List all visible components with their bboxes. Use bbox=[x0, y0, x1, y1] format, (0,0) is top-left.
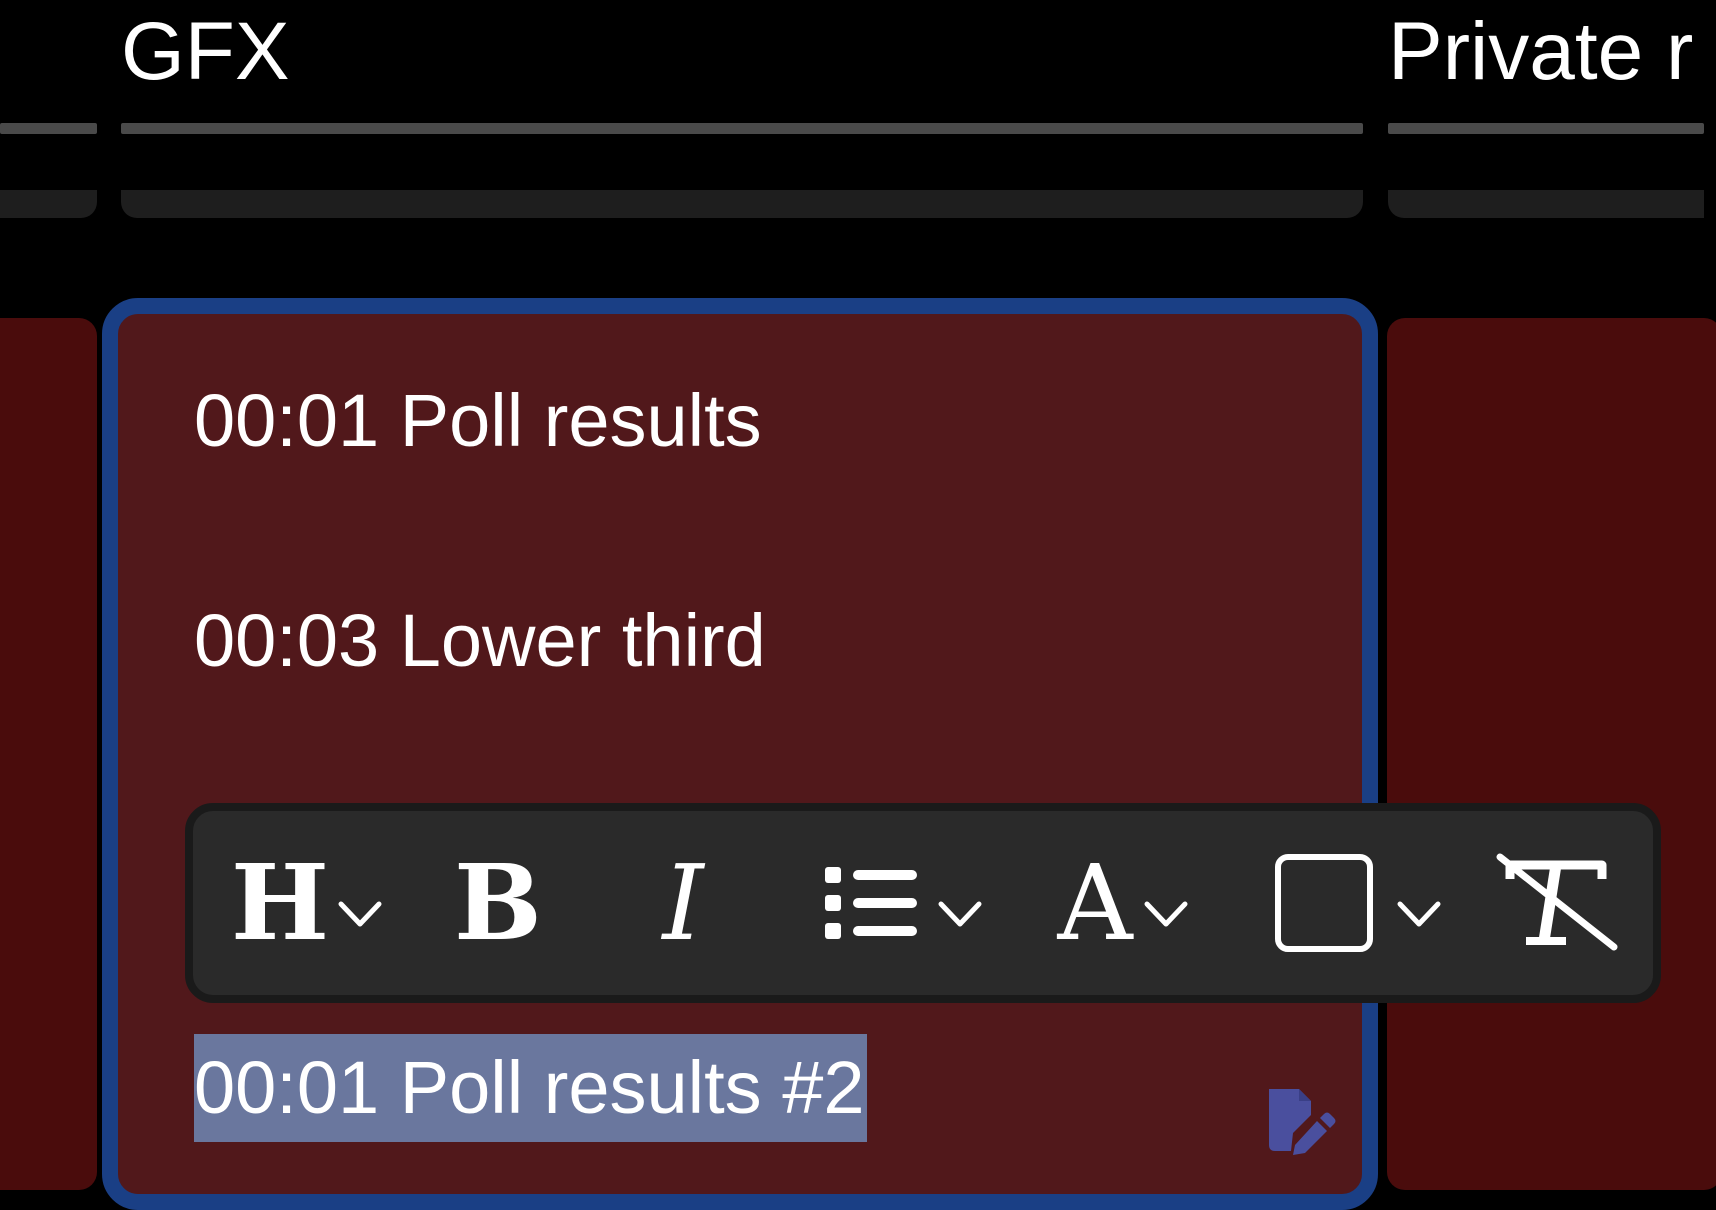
bold-button[interactable]: B bbox=[448, 811, 548, 995]
lane-private[interactable] bbox=[1387, 318, 1716, 1190]
formatting-toolbar: H B I A bbox=[185, 803, 1661, 1003]
chevron-down-icon bbox=[338, 901, 382, 927]
column-subbar bbox=[121, 190, 1363, 218]
italic-button[interactable]: I bbox=[633, 811, 733, 995]
column-header-gfx: GFX bbox=[121, 6, 290, 97]
column-divider bbox=[121, 123, 1363, 134]
text-color-icon: A bbox=[1057, 842, 1133, 964]
column-divider bbox=[0, 123, 97, 134]
clear-format-icon bbox=[1496, 853, 1618, 951]
italic-icon: I bbox=[662, 842, 704, 964]
cue-line[interactable]: 00:03 Lower third bbox=[194, 597, 766, 685]
heading-icon: H bbox=[230, 841, 330, 964]
list-dropdown-button[interactable] bbox=[813, 811, 993, 995]
column-subbar bbox=[0, 190, 97, 218]
column-divider bbox=[1388, 123, 1704, 134]
list-icon bbox=[825, 867, 917, 939]
chevron-down-icon bbox=[938, 901, 982, 927]
cue-line-selected[interactable]: 00:01 Poll results #2 bbox=[194, 1034, 867, 1142]
selected-text[interactable]: 00:01 Poll results #2 bbox=[194, 1034, 867, 1142]
background-color-dropdown-button[interactable] bbox=[1263, 811, 1453, 995]
lane-left[interactable] bbox=[0, 318, 97, 1190]
chevron-down-icon bbox=[1397, 901, 1441, 927]
background-color-icon bbox=[1275, 854, 1373, 952]
column-header-private: Private r bbox=[1388, 6, 1694, 97]
text-color-dropdown-button[interactable]: A bbox=[1038, 811, 1208, 995]
edit-document-icon[interactable] bbox=[1265, 1085, 1345, 1155]
cue-line[interactable]: 00:01 Poll results bbox=[194, 377, 762, 465]
clear-format-button[interactable] bbox=[1493, 811, 1623, 995]
column-subbar bbox=[1388, 190, 1704, 218]
chevron-down-icon bbox=[1144, 901, 1188, 927]
heading-dropdown-button[interactable]: H bbox=[227, 811, 387, 995]
bold-icon: B bbox=[454, 841, 542, 964]
